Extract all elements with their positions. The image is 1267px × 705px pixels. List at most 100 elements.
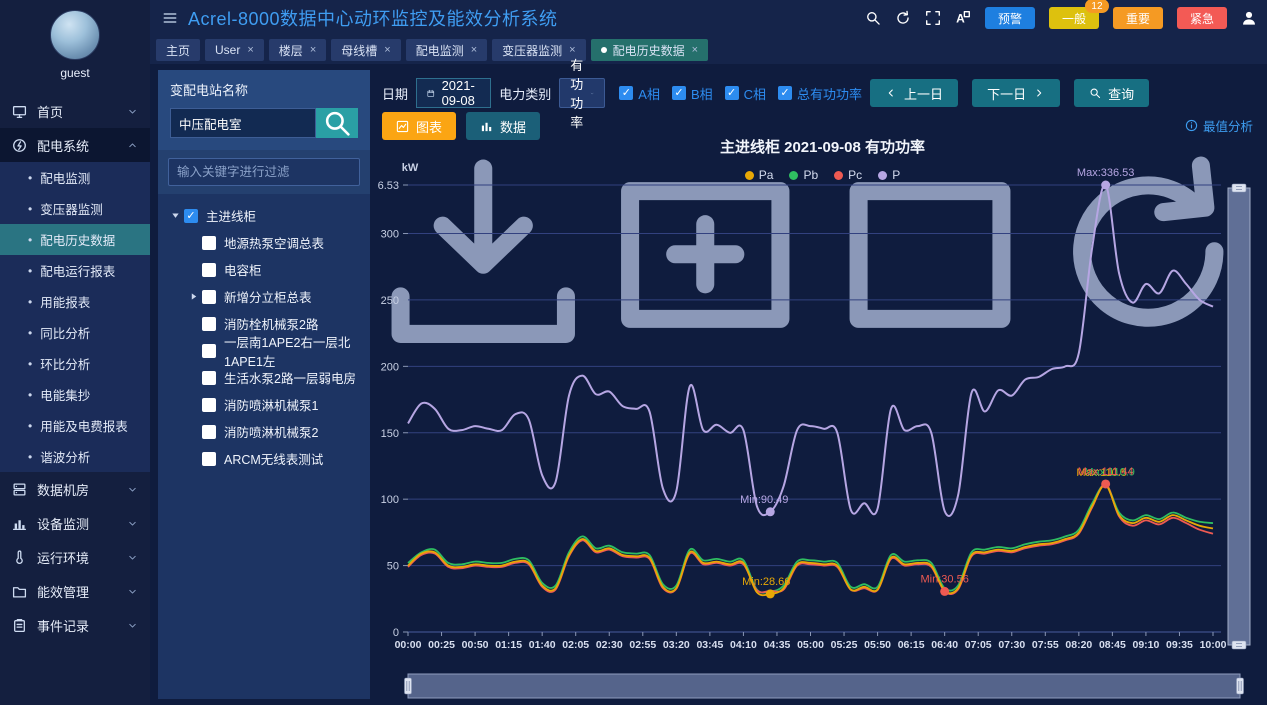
caret-right-icon[interactable]	[186, 291, 201, 302]
search-icon	[865, 10, 881, 26]
submenu-item-同比分析[interactable]: •同比分析	[0, 317, 150, 348]
tree-node-新增分立柜总表[interactable]: 新增分立柜总表	[162, 283, 366, 310]
hamburger-icon[interactable]	[162, 10, 178, 26]
submenu-item-配电运行报表[interactable]: •配电运行报表	[0, 255, 150, 286]
tab-母线槽[interactable]: 母线槽×	[331, 39, 400, 61]
tree-checkbox[interactable]	[202, 398, 216, 412]
sidebar-item-label: 设备监测	[37, 514, 89, 533]
sidebar-item-事件记录[interactable]: 事件记录	[0, 608, 150, 642]
tab-主页[interactable]: 主页	[156, 39, 200, 61]
sidebar-item-配电系统[interactable]: 配电系统	[0, 128, 150, 162]
prev-day-button[interactable]: 上一日	[870, 79, 958, 107]
tree-checkbox[interactable]	[202, 317, 216, 331]
user-icon[interactable]	[1241, 10, 1257, 26]
tree-node-ARCM无线表测试[interactable]: ARCM无线表测试	[162, 445, 366, 472]
submenu-item-配电监测[interactable]: •配电监测	[0, 162, 150, 193]
caret-down-icon[interactable]	[168, 210, 183, 221]
tab-close-icon[interactable]: ×	[692, 44, 698, 56]
tree-checkbox[interactable]	[202, 236, 216, 250]
submenu-item-用能及电费报表[interactable]: •用能及电费报表	[0, 410, 150, 441]
y-tick-label: 150	[381, 428, 399, 440]
tree-node-消防喷淋机械泵2[interactable]: 消防喷淋机械泵2	[162, 418, 366, 445]
tree-node-生活水泵2路一层弱电房[interactable]: 生活水泵2路一层弱电房	[162, 364, 366, 391]
tree-node-label: 消防栓机械泵2路	[224, 314, 318, 333]
date-picker[interactable]: 2021-09-08	[416, 78, 491, 108]
checkbox-总有功功率[interactable]: ✓总有功功率	[778, 84, 862, 103]
x-tick-label: 04:35	[764, 639, 791, 651]
tab-close-icon[interactable]: ×	[471, 44, 477, 56]
no-caret-icon	[186, 264, 201, 275]
submenu-item-环比分析[interactable]: •环比分析	[0, 348, 150, 379]
tab-配电历史数据[interactable]: 配电历史数据×	[591, 39, 708, 61]
series-line-Pb[interactable]	[408, 485, 1213, 593]
search-icon[interactable]	[865, 10, 881, 26]
tab-配电监测[interactable]: 配电监测×	[406, 39, 487, 61]
tab-close-icon[interactable]: ×	[247, 44, 253, 56]
submenu-item-label: 配电运行报表	[40, 261, 115, 280]
station-search-input[interactable]	[170, 108, 316, 138]
tree-checkbox[interactable]	[202, 290, 216, 304]
x-tick-label: 06:40	[931, 639, 958, 651]
sidebar-item-首页[interactable]: 首页	[0, 94, 150, 128]
checkbox-B相[interactable]: ✓B相	[672, 84, 713, 103]
tab-close-icon[interactable]: ×	[384, 44, 390, 56]
translate-icon[interactable]: A	[955, 10, 971, 26]
station-search-button[interactable]	[316, 108, 358, 138]
checkbox-label: C相	[744, 84, 766, 103]
tree-node-主进线柜[interactable]: ✓主进线柜	[162, 202, 366, 229]
sidebar-item-数据机房[interactable]: 数据机房	[0, 472, 150, 506]
submenu-item-用能报表[interactable]: •用能报表	[0, 286, 150, 317]
x-tick-label: 07:05	[965, 639, 992, 651]
refresh-icon[interactable]	[895, 10, 911, 26]
marker-label-Pc: Min:30.56	[921, 573, 969, 585]
sidebar-item-能效管理[interactable]: 能效管理	[0, 574, 150, 608]
alert-button-1[interactable]: 预警	[985, 7, 1035, 29]
bullet-icon: •	[28, 388, 32, 402]
sidebar-item-运行环境[interactable]: 运行环境	[0, 540, 150, 574]
tree-checkbox[interactable]: ✓	[184, 209, 198, 223]
tree-checkbox[interactable]	[202, 425, 216, 439]
checkbox-C相[interactable]: ✓ C相	[725, 84, 766, 103]
tab-User[interactable]: User×	[205, 39, 264, 61]
checkbox-check-icon: ✓	[725, 86, 739, 100]
tab-楼层[interactable]: 楼层×	[269, 39, 326, 61]
series-line-Pc[interactable]	[408, 484, 1213, 594]
power-category-select[interactable]: 有功功率	[559, 78, 605, 108]
x-tick-label: 02:05	[562, 639, 589, 651]
active-tab-dot	[601, 47, 607, 53]
submenu-item-谐波分析[interactable]: •谐波分析	[0, 441, 150, 472]
x-tick-label: 00:25	[428, 639, 455, 651]
chev-down-icon	[127, 484, 138, 495]
tree-checkbox[interactable]	[202, 344, 216, 358]
tree-node-一层南1APE2右一层北1APE1左[interactable]: 一层南1APE2右一层北1APE1左	[162, 337, 366, 364]
y-datazoom-slider[interactable]	[1228, 184, 1250, 649]
alert-button-2[interactable]: 一般12	[1049, 7, 1099, 29]
checkbox-A相[interactable]: ✓A相	[619, 84, 660, 103]
fullscreen-icon[interactable]	[925, 10, 941, 26]
submenu-item-label: 电能集抄	[40, 385, 90, 404]
submenu-item-变压器监测[interactable]: •变压器监测	[0, 193, 150, 224]
tree-node-地源热泵空调总表[interactable]: 地源热泵空调总表	[162, 229, 366, 256]
sidebar-item-设备监测[interactable]: 设备监测	[0, 506, 150, 540]
submenu-item-电能集抄[interactable]: • 电能集抄	[0, 379, 150, 410]
tree-filter-input[interactable]	[168, 158, 360, 186]
energy-icon	[12, 584, 27, 599]
query-button[interactable]: 查询	[1074, 79, 1149, 107]
tree-checkbox[interactable]	[202, 263, 216, 277]
tab-close-icon[interactable]: ×	[310, 44, 316, 56]
x-datazoom-slider[interactable]	[405, 674, 1244, 698]
alert-button-4[interactable]: 紧急	[1177, 7, 1227, 29]
tree-checkbox[interactable]	[202, 452, 216, 466]
alert-button-3[interactable]: 重要	[1113, 7, 1163, 29]
marker-dot-Pa	[766, 589, 775, 598]
extremes-analysis-link[interactable]: 最值分析	[1185, 116, 1253, 135]
y-axis-unit: kW	[402, 162, 419, 174]
tree-node-消防喷淋机械泵1[interactable]: 消防喷淋机械泵1	[162, 391, 366, 418]
chev-up-icon	[127, 140, 138, 151]
tree-checkbox[interactable]	[202, 371, 216, 385]
avatar[interactable]	[50, 10, 100, 60]
submenu-item-配电历史数据[interactable]: •配电历史数据	[0, 224, 150, 255]
next-day-button[interactable]: 下一日	[972, 79, 1060, 107]
app-window: guest 首页配电系统•配电监测•变压器监测•配电历史数据•配电运行报表•用能…	[0, 0, 1267, 705]
tree-node-电容柜[interactable]: 电容柜	[162, 256, 366, 283]
